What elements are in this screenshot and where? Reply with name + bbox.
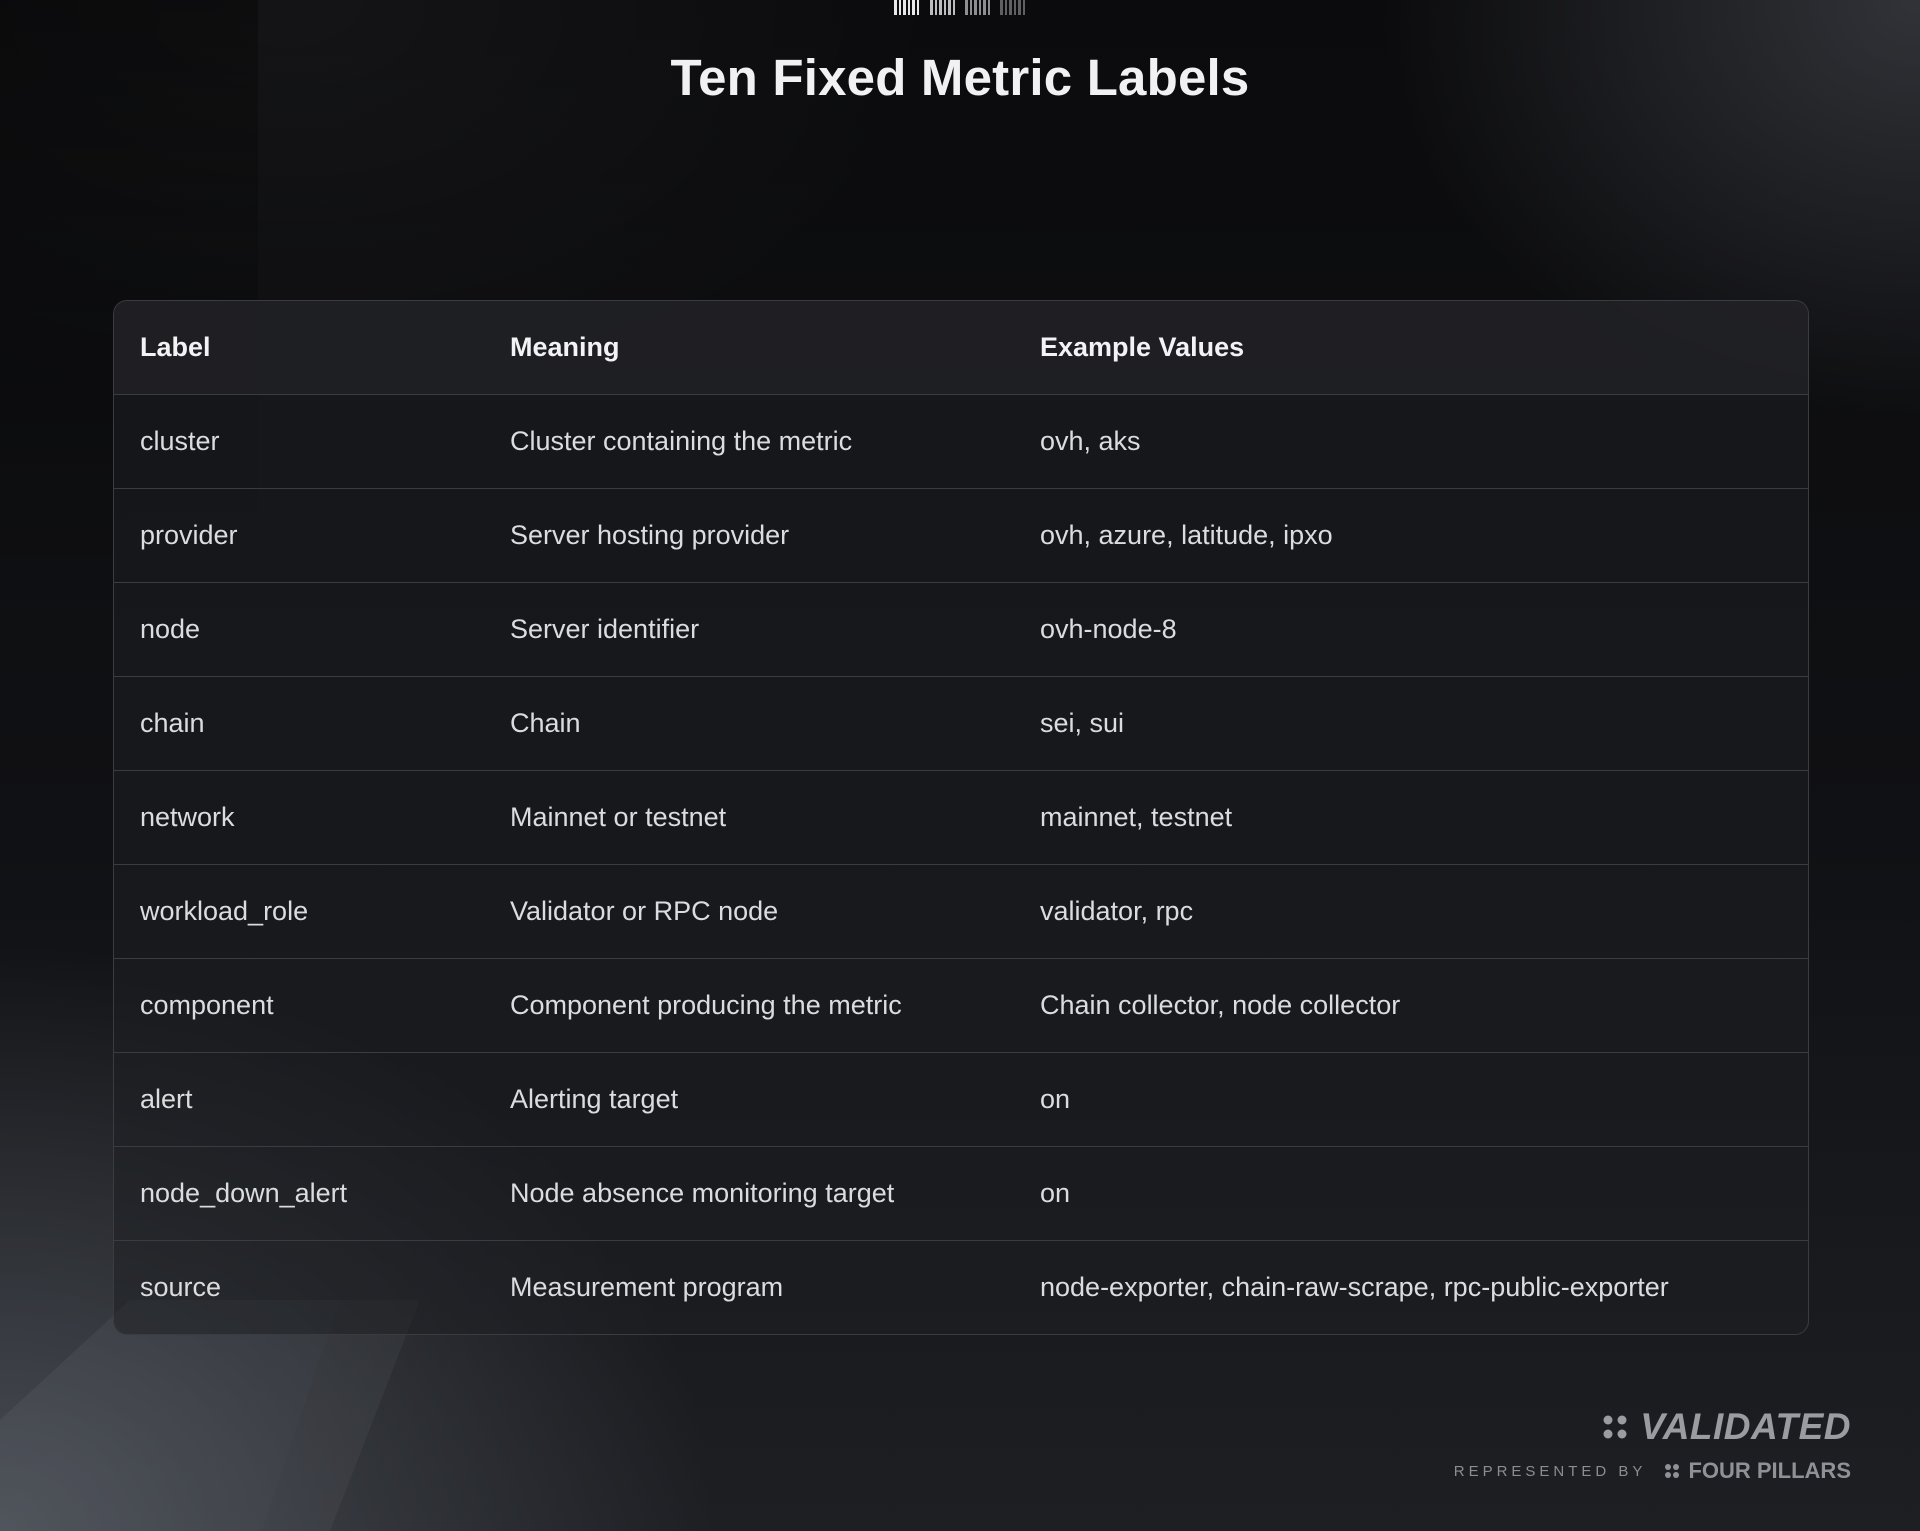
cell-example-values: ovh, aks	[1014, 394, 1808, 489]
table-row: cluster Cluster containing the metric ov…	[114, 394, 1808, 489]
header-example-values: Example Values	[1014, 301, 1808, 395]
table-row: provider Server hosting provider ovh, az…	[114, 488, 1808, 583]
table-row: network Mainnet or testnet mainnet, test…	[114, 770, 1808, 865]
page-title: Ten Fixed Metric Labels	[670, 49, 1250, 106]
cell-meaning: Server identifier	[484, 582, 1014, 677]
cell-example-values: Chain collector, node collector	[1014, 958, 1808, 1053]
cell-example-values: on	[1014, 1052, 1808, 1147]
table-row: node Server identifier ovh-node-8	[114, 582, 1808, 677]
brand-subline: REPRESENTED BY FOUR PILLARS	[1454, 1458, 1851, 1484]
represented-by-text: REPRESENTED BY	[1453, 1462, 1647, 1480]
header-label: Label	[114, 301, 484, 395]
cell-example-values: sei, sui	[1014, 676, 1808, 771]
barcode-decoration	[894, 0, 1025, 15]
four-dots-icon	[1665, 1464, 1680, 1478]
cell-label: workload_role	[114, 864, 484, 959]
cell-label: alert	[114, 1052, 484, 1147]
partner-name: FOUR PILLARS	[1688, 1458, 1851, 1483]
cell-label: chain	[114, 676, 484, 771]
cell-meaning: Node absence monitoring target	[484, 1146, 1014, 1241]
header-meaning: Meaning	[484, 301, 1014, 395]
cell-label: component	[114, 958, 484, 1053]
table-row: chain Chain sei, sui	[114, 676, 1808, 771]
table-row: workload_role Validator or RPC node vali…	[114, 864, 1808, 959]
cell-example-values: validator, rpc	[1014, 864, 1808, 959]
cell-example-values: ovh, azure, latitude, ipxo	[1014, 488, 1808, 583]
table-row: node_down_alert Node absence monitoring …	[114, 1146, 1808, 1241]
cell-label: provider	[114, 488, 484, 583]
cell-example-values: ovh-node-8	[1014, 582, 1808, 677]
cell-label: network	[114, 770, 484, 865]
cell-meaning: Chain	[484, 676, 1014, 771]
cell-label: node	[114, 582, 484, 677]
table-header-row: Label Meaning Example Values	[114, 301, 1808, 395]
cell-example-values: mainnet, testnet	[1014, 770, 1808, 865]
four-pillars-logo: FOUR PILLARS	[1664, 1458, 1851, 1484]
table-row: source Measurement program node-exporter…	[114, 1241, 1808, 1335]
validated-logo: VALIDATED	[1454, 1406, 1851, 1448]
cell-example-values: node-exporter, chain-raw-scrape, rpc-pub…	[1040, 1272, 1669, 1302]
metric-labels-table: Label Meaning Example Values cluster Clu…	[113, 300, 1809, 1335]
cell-meaning: Alerting target	[484, 1052, 1014, 1147]
cell-meaning: Cluster containing the metric	[484, 394, 1014, 489]
cell-label: cluster	[114, 394, 484, 489]
cell-label: source	[140, 1272, 222, 1302]
four-dots-icon	[1603, 1415, 1627, 1439]
cell-meaning: Component producing the metric	[484, 958, 1014, 1053]
cell-meaning: Validator or RPC node	[484, 864, 1014, 959]
cell-example-values: on	[1014, 1146, 1808, 1241]
brand-name: VALIDATED	[1640, 1406, 1851, 1447]
table-row: component Component producing the metric…	[114, 958, 1808, 1053]
table-row: alert Alerting target on	[114, 1052, 1808, 1147]
brand-footer: VALIDATED REPRESENTED BY FOUR PILLARS	[1454, 1406, 1851, 1484]
cell-meaning: Mainnet or testnet	[484, 770, 1014, 865]
cell-meaning: Measurement program	[510, 1272, 784, 1302]
cell-label: node_down_alert	[114, 1146, 484, 1241]
cell-meaning: Server hosting provider	[484, 488, 1014, 583]
